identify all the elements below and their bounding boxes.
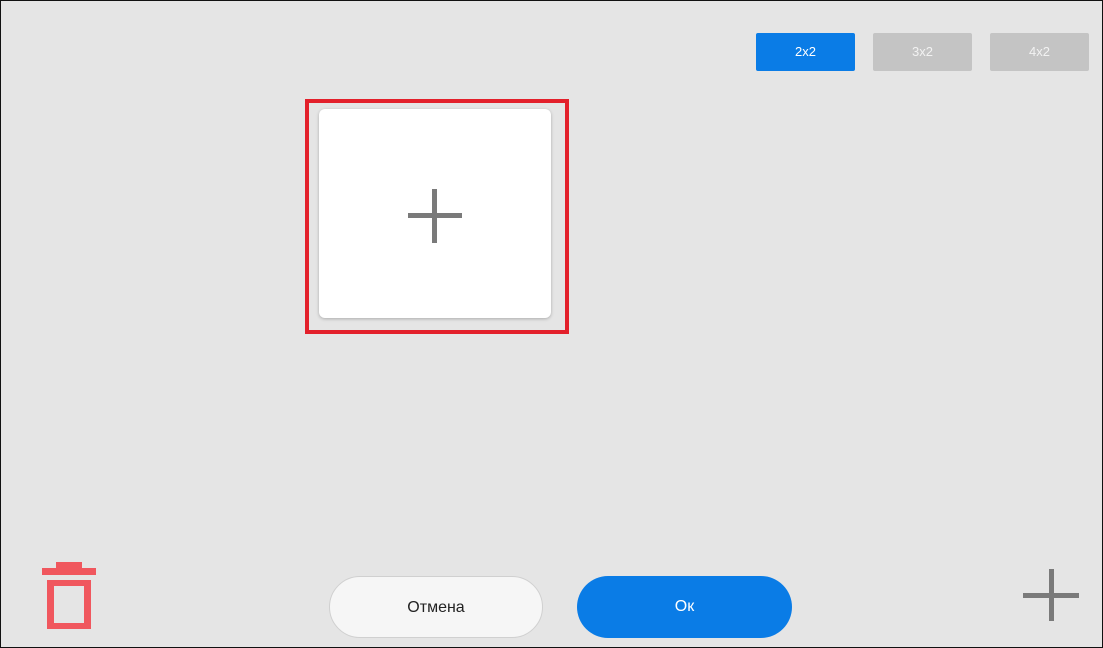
cancel-button[interactable]: Отмена [329,576,543,638]
layout-tabs: 2x2 3x2 4x2 [756,33,1089,71]
tab-4x2[interactable]: 4x2 [990,33,1089,71]
ok-button[interactable]: Ок [577,576,792,638]
tab-2x2[interactable]: 2x2 [756,33,855,71]
layout-editor-screen: 2x2 3x2 4x2 Отмена Ок [0,0,1103,648]
add-plus-icon[interactable] [1023,569,1079,621]
plus-icon [408,189,462,243]
selection-frame [305,99,569,334]
trash-icon[interactable] [42,562,96,629]
add-tile[interactable] [319,109,551,318]
tab-3x2[interactable]: 3x2 [873,33,972,71]
